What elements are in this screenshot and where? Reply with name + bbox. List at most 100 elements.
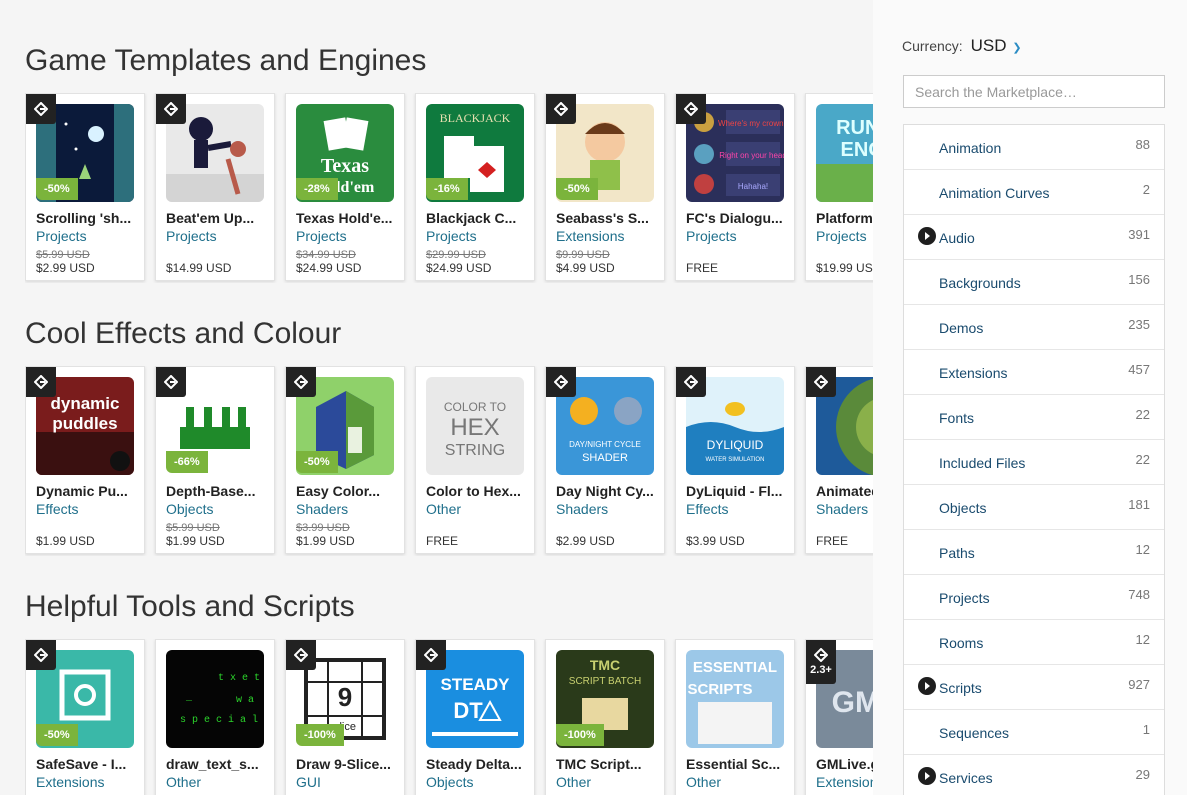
product-category[interactable]: Other	[556, 774, 591, 790]
category-item[interactable]: Scripts 927	[904, 665, 1164, 710]
category-label[interactable]: Services	[939, 770, 993, 786]
product-title[interactable]: GMLive.g...	[816, 756, 873, 772]
product-title[interactable]: Draw 9-Slice...	[296, 756, 400, 772]
product-card[interactable]: t x e t _ w a s p e c i a l draw_text_s... Ot…	[155, 639, 275, 795]
product-category[interactable]: Projects	[166, 228, 217, 244]
product-title[interactable]: Animated...	[816, 483, 873, 499]
category-item[interactable]: Demos 235	[904, 305, 1164, 350]
product-category[interactable]: Effects	[686, 501, 729, 517]
category-item[interactable]: Projects 748	[904, 575, 1164, 620]
product-title[interactable]: Color to Hex...	[426, 483, 530, 499]
currency-value[interactable]: USD	[971, 36, 1007, 55]
product-card[interactable]: Texas Hold'em -28% Texas Hold'e... Projects $…	[285, 93, 405, 281]
product-title[interactable]: SafeSave - I...	[36, 756, 140, 772]
section-title[interactable]: Cool Effects and Colour	[25, 316, 873, 352]
product-card[interactable]: RUNNENGI Platform... Projects $19.99 USD	[805, 93, 873, 281]
category-item[interactable]: Animation 88	[904, 125, 1164, 170]
product-card[interactable]: COLOR TO HEX STRING Color to Hex... Other FRE…	[415, 366, 535, 554]
category-label[interactable]: Animation Curves	[939, 185, 1050, 201]
product-category[interactable]: Objects	[426, 774, 473, 790]
category-label[interactable]: Extensions	[939, 365, 1007, 381]
product-thumbnail[interactable]: RUNNENGI	[816, 104, 873, 202]
product-title[interactable]: draw_text_s...	[166, 756, 270, 772]
product-title[interactable]: Easy Color...	[296, 483, 400, 499]
category-label[interactable]: Animation	[939, 140, 1001, 156]
category-label[interactable]: Fonts	[939, 410, 974, 426]
product-title[interactable]: Dynamic Pu...	[36, 483, 140, 499]
category-item[interactable]: Included Files 22	[904, 440, 1164, 485]
product-card[interactable]: 2.3+GML GMLive.g... Extensions	[805, 639, 873, 795]
product-category[interactable]: Other	[686, 774, 721, 790]
chevron-down-icon[interactable]: ❯	[1012, 42, 1021, 54]
product-category[interactable]: Extensions	[36, 774, 104, 790]
product-card[interactable]: Animated... Shaders FREE	[805, 366, 873, 554]
category-item[interactable]: Objects 181	[904, 485, 1164, 530]
category-item[interactable]: Backgrounds 156	[904, 260, 1164, 305]
product-title[interactable]: Beat'em Up...	[166, 210, 270, 226]
product-card[interactable]: -66% Depth-Base... Objects $5.99 USD $1.99 U…	[155, 366, 275, 554]
category-item[interactable]: Paths 12	[904, 530, 1164, 575]
category-item[interactable]: Audio 391	[904, 215, 1164, 260]
category-item[interactable]: Rooms 12	[904, 620, 1164, 665]
product-card[interactable]: Where's my crown? Right on your head Hahah…	[675, 93, 795, 281]
section-title[interactable]: Game Templates and Engines	[25, 43, 873, 79]
product-card[interactable]: -50% SafeSave - I... Extensions	[25, 639, 145, 795]
product-category[interactable]: Effects	[36, 501, 79, 517]
product-card[interactable]: 9 slice -100% Draw 9-Slice... GUI	[285, 639, 405, 795]
product-category[interactable]: Shaders	[556, 501, 608, 517]
section-title[interactable]: Helpful Tools and Scripts	[25, 589, 873, 625]
expand-arrow-icon[interactable]	[918, 767, 936, 785]
product-card[interactable]: STEADY DT Steady Delta... Objects	[415, 639, 535, 795]
product-category[interactable]: Shaders	[816, 501, 868, 517]
currency-selector[interactable]: Currency: USD ❯	[902, 36, 1022, 56]
product-category[interactable]: Other	[166, 774, 201, 790]
product-category[interactable]: Extensions	[556, 228, 624, 244]
category-item[interactable]: Animation Curves 2	[904, 170, 1164, 215]
product-card[interactable]: BLACKJACK -16% Blackjack C... Projects $29.9…	[415, 93, 535, 281]
product-title[interactable]: Depth-Base...	[166, 483, 270, 499]
product-title[interactable]: DyLiquid - Fl...	[686, 483, 790, 499]
product-card[interactable]: -50% Scrolling 'sh... Projects $5.99 USD $2.…	[25, 93, 145, 281]
product-category[interactable]: Projects	[426, 228, 477, 244]
product-category[interactable]: Projects	[36, 228, 87, 244]
product-card[interactable]: -50% Easy Color... Shaders $3.99 USD $1.99 U…	[285, 366, 405, 554]
product-title[interactable]: Seabass's S...	[556, 210, 660, 226]
product-title[interactable]: TMC Script...	[556, 756, 660, 772]
category-item[interactable]: Services 29	[904, 755, 1164, 795]
product-card[interactable]: DYLIQUID WATER SIMULATION DyLiquid - Fl...…	[675, 366, 795, 554]
product-title[interactable]: Platform...	[816, 210, 873, 226]
product-card[interactable]: ESSENTIAL SCRIPTS Essential Sc... Other	[675, 639, 795, 795]
category-label[interactable]: Objects	[939, 500, 986, 516]
product-card[interactable]: Beat'em Up... Projects $14.99 USD	[155, 93, 275, 281]
product-thumbnail[interactable]: t x e t _ w a s p e c i a l	[166, 650, 264, 748]
product-category[interactable]: Projects	[686, 228, 737, 244]
product-category[interactable]: Projects	[816, 228, 867, 244]
category-label[interactable]: Included Files	[939, 455, 1025, 471]
product-card[interactable]: DAY/NIGHT CYCLE SHADER Day Night Cy... Shad…	[545, 366, 665, 554]
product-title[interactable]: Blackjack C...	[426, 210, 530, 226]
product-title[interactable]: Steady Delta...	[426, 756, 530, 772]
product-category[interactable]: Projects	[296, 228, 347, 244]
search-input[interactable]	[903, 75, 1165, 108]
product-card[interactable]: TMC SCRIPT BATCH -100% TMC Script... Other	[545, 639, 665, 795]
product-thumbnail[interactable]: ESSENTIAL SCRIPTS	[686, 650, 784, 748]
product-card[interactable]: dynamic puddles Dynamic Pu... Effects $1.99 …	[25, 366, 145, 554]
product-category[interactable]: Other	[426, 501, 461, 517]
product-title[interactable]: FC's Dialogu...	[686, 210, 790, 226]
expand-arrow-icon[interactable]	[918, 227, 936, 245]
category-label[interactable]: Sequences	[939, 725, 1009, 741]
category-label[interactable]: Paths	[939, 545, 975, 561]
product-category[interactable]: GUI	[296, 774, 321, 790]
product-title[interactable]: Day Night Cy...	[556, 483, 660, 499]
category-item[interactable]: Sequences 1	[904, 710, 1164, 755]
category-label[interactable]: Rooms	[939, 635, 983, 651]
category-label[interactable]: Demos	[939, 320, 983, 336]
product-category[interactable]: Shaders	[296, 501, 348, 517]
product-card[interactable]: -50% Seabass's S... Extensions $9.99 USD $4.…	[545, 93, 665, 281]
category-label[interactable]: Scripts	[939, 680, 982, 696]
category-item[interactable]: Extensions 457	[904, 350, 1164, 395]
category-label[interactable]: Projects	[939, 590, 990, 606]
product-thumbnail[interactable]: COLOR TO HEX STRING	[426, 377, 524, 475]
product-title[interactable]: Scrolling 'sh...	[36, 210, 140, 226]
expand-arrow-icon[interactable]	[918, 677, 936, 695]
